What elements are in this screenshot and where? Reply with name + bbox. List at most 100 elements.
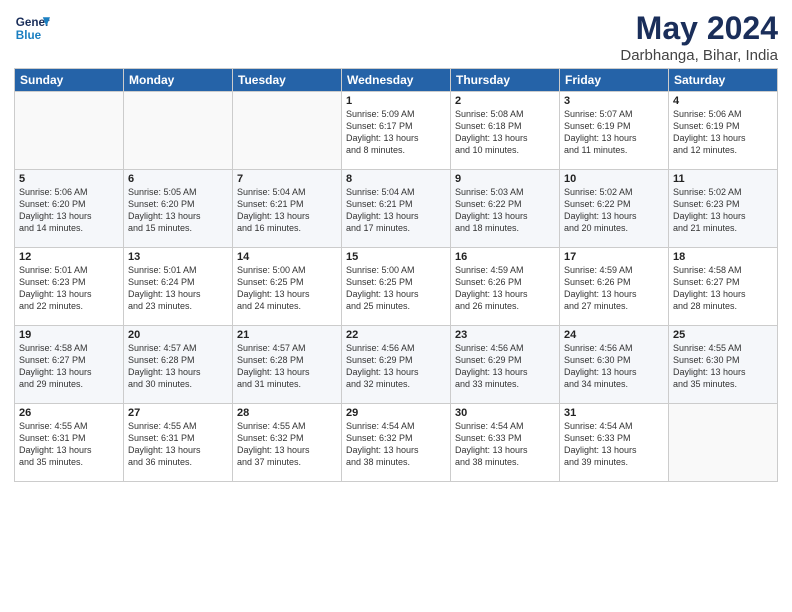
calendar-day-cell: 23Sunrise: 4:56 AM Sunset: 6:29 PM Dayli… bbox=[451, 326, 560, 404]
calendar-week-row: 1Sunrise: 5:09 AM Sunset: 6:17 PM Daylig… bbox=[15, 92, 778, 170]
day-number: 6 bbox=[128, 173, 228, 185]
day-info: Sunrise: 4:59 AM Sunset: 6:26 PM Dayligh… bbox=[455, 264, 555, 313]
day-number: 3 bbox=[564, 95, 664, 107]
calendar-day-cell: 19Sunrise: 4:58 AM Sunset: 6:27 PM Dayli… bbox=[15, 326, 124, 404]
day-number: 7 bbox=[237, 173, 337, 185]
calendar-day-cell bbox=[669, 404, 778, 482]
calendar-table: SundayMondayTuesdayWednesdayThursdayFrid… bbox=[14, 68, 778, 482]
calendar-day-cell: 29Sunrise: 4:54 AM Sunset: 6:32 PM Dayli… bbox=[342, 404, 451, 482]
calendar-day-cell: 13Sunrise: 5:01 AM Sunset: 6:24 PM Dayli… bbox=[124, 248, 233, 326]
day-info: Sunrise: 4:54 AM Sunset: 6:33 PM Dayligh… bbox=[455, 420, 555, 469]
day-info: Sunrise: 4:55 AM Sunset: 6:32 PM Dayligh… bbox=[237, 420, 337, 469]
day-number: 2 bbox=[455, 95, 555, 107]
calendar-day-cell: 4Sunrise: 5:06 AM Sunset: 6:19 PM Daylig… bbox=[669, 92, 778, 170]
calendar-day-cell: 21Sunrise: 4:57 AM Sunset: 6:28 PM Dayli… bbox=[233, 326, 342, 404]
weekday-header-row: SundayMondayTuesdayWednesdayThursdayFrid… bbox=[15, 69, 778, 92]
weekday-header-cell: Wednesday bbox=[342, 69, 451, 92]
day-info: Sunrise: 5:08 AM Sunset: 6:18 PM Dayligh… bbox=[455, 108, 555, 157]
day-info: Sunrise: 5:02 AM Sunset: 6:23 PM Dayligh… bbox=[673, 186, 773, 235]
weekday-header-cell: Tuesday bbox=[233, 69, 342, 92]
day-info: Sunrise: 4:55 AM Sunset: 6:31 PM Dayligh… bbox=[128, 420, 228, 469]
sub-title: Darbhanga, Bihar, India bbox=[620, 47, 778, 64]
day-info: Sunrise: 4:59 AM Sunset: 6:26 PM Dayligh… bbox=[564, 264, 664, 313]
day-number: 5 bbox=[19, 173, 119, 185]
day-number: 21 bbox=[237, 329, 337, 341]
day-number: 28 bbox=[237, 407, 337, 419]
calendar-day-cell: 9Sunrise: 5:03 AM Sunset: 6:22 PM Daylig… bbox=[451, 170, 560, 248]
day-number: 1 bbox=[346, 95, 446, 107]
calendar-day-cell bbox=[124, 92, 233, 170]
day-number: 23 bbox=[455, 329, 555, 341]
calendar-day-cell: 6Sunrise: 5:05 AM Sunset: 6:20 PM Daylig… bbox=[124, 170, 233, 248]
day-info: Sunrise: 5:07 AM Sunset: 6:19 PM Dayligh… bbox=[564, 108, 664, 157]
calendar-day-cell: 3Sunrise: 5:07 AM Sunset: 6:19 PM Daylig… bbox=[560, 92, 669, 170]
title-block: May 2024 Darbhanga, Bihar, India bbox=[620, 10, 778, 64]
day-info: Sunrise: 4:56 AM Sunset: 6:29 PM Dayligh… bbox=[346, 342, 446, 391]
day-info: Sunrise: 5:04 AM Sunset: 6:21 PM Dayligh… bbox=[237, 186, 337, 235]
day-info: Sunrise: 4:54 AM Sunset: 6:33 PM Dayligh… bbox=[564, 420, 664, 469]
calendar-day-cell: 20Sunrise: 4:57 AM Sunset: 6:28 PM Dayli… bbox=[124, 326, 233, 404]
day-info: Sunrise: 4:55 AM Sunset: 6:30 PM Dayligh… bbox=[673, 342, 773, 391]
day-info: Sunrise: 5:00 AM Sunset: 6:25 PM Dayligh… bbox=[346, 264, 446, 313]
day-number: 24 bbox=[564, 329, 664, 341]
day-number: 20 bbox=[128, 329, 228, 341]
calendar-week-row: 12Sunrise: 5:01 AM Sunset: 6:23 PM Dayli… bbox=[15, 248, 778, 326]
calendar-day-cell: 7Sunrise: 5:04 AM Sunset: 6:21 PM Daylig… bbox=[233, 170, 342, 248]
calendar-day-cell: 8Sunrise: 5:04 AM Sunset: 6:21 PM Daylig… bbox=[342, 170, 451, 248]
calendar-day-cell: 17Sunrise: 4:59 AM Sunset: 6:26 PM Dayli… bbox=[560, 248, 669, 326]
day-number: 25 bbox=[673, 329, 773, 341]
day-number: 14 bbox=[237, 251, 337, 263]
day-info: Sunrise: 5:05 AM Sunset: 6:20 PM Dayligh… bbox=[128, 186, 228, 235]
day-number: 16 bbox=[455, 251, 555, 263]
main-title: May 2024 bbox=[620, 10, 778, 47]
day-info: Sunrise: 5:00 AM Sunset: 6:25 PM Dayligh… bbox=[237, 264, 337, 313]
calendar-day-cell: 12Sunrise: 5:01 AM Sunset: 6:23 PM Dayli… bbox=[15, 248, 124, 326]
day-info: Sunrise: 5:09 AM Sunset: 6:17 PM Dayligh… bbox=[346, 108, 446, 157]
calendar-body: 1Sunrise: 5:09 AM Sunset: 6:17 PM Daylig… bbox=[15, 92, 778, 482]
calendar-day-cell: 16Sunrise: 4:59 AM Sunset: 6:26 PM Dayli… bbox=[451, 248, 560, 326]
day-info: Sunrise: 5:06 AM Sunset: 6:20 PM Dayligh… bbox=[19, 186, 119, 235]
day-number: 29 bbox=[346, 407, 446, 419]
weekday-header-cell: Sunday bbox=[15, 69, 124, 92]
calendar-day-cell: 15Sunrise: 5:00 AM Sunset: 6:25 PM Dayli… bbox=[342, 248, 451, 326]
calendar-week-row: 5Sunrise: 5:06 AM Sunset: 6:20 PM Daylig… bbox=[15, 170, 778, 248]
day-info: Sunrise: 5:06 AM Sunset: 6:19 PM Dayligh… bbox=[673, 108, 773, 157]
calendar-day-cell: 27Sunrise: 4:55 AM Sunset: 6:31 PM Dayli… bbox=[124, 404, 233, 482]
calendar-week-row: 19Sunrise: 4:58 AM Sunset: 6:27 PM Dayli… bbox=[15, 326, 778, 404]
weekday-header-cell: Monday bbox=[124, 69, 233, 92]
calendar-day-cell: 22Sunrise: 4:56 AM Sunset: 6:29 PM Dayli… bbox=[342, 326, 451, 404]
day-info: Sunrise: 5:02 AM Sunset: 6:22 PM Dayligh… bbox=[564, 186, 664, 235]
logo: General Blue bbox=[14, 10, 50, 46]
day-info: Sunrise: 5:01 AM Sunset: 6:23 PM Dayligh… bbox=[19, 264, 119, 313]
day-info: Sunrise: 4:57 AM Sunset: 6:28 PM Dayligh… bbox=[128, 342, 228, 391]
weekday-header-cell: Thursday bbox=[451, 69, 560, 92]
day-info: Sunrise: 4:54 AM Sunset: 6:32 PM Dayligh… bbox=[346, 420, 446, 469]
calendar-day-cell: 31Sunrise: 4:54 AM Sunset: 6:33 PM Dayli… bbox=[560, 404, 669, 482]
calendar-day-cell: 1Sunrise: 5:09 AM Sunset: 6:17 PM Daylig… bbox=[342, 92, 451, 170]
calendar-day-cell: 24Sunrise: 4:56 AM Sunset: 6:30 PM Dayli… bbox=[560, 326, 669, 404]
calendar-day-cell bbox=[15, 92, 124, 170]
day-number: 17 bbox=[564, 251, 664, 263]
calendar-day-cell bbox=[233, 92, 342, 170]
calendar-day-cell: 25Sunrise: 4:55 AM Sunset: 6:30 PM Dayli… bbox=[669, 326, 778, 404]
header: General Blue May 2024 Darbhanga, Bihar, … bbox=[14, 10, 778, 64]
day-info: Sunrise: 5:03 AM Sunset: 6:22 PM Dayligh… bbox=[455, 186, 555, 235]
day-number: 15 bbox=[346, 251, 446, 263]
calendar-day-cell: 10Sunrise: 5:02 AM Sunset: 6:22 PM Dayli… bbox=[560, 170, 669, 248]
weekday-header-cell: Saturday bbox=[669, 69, 778, 92]
calendar-day-cell: 28Sunrise: 4:55 AM Sunset: 6:32 PM Dayli… bbox=[233, 404, 342, 482]
day-number: 4 bbox=[673, 95, 773, 107]
page-container: General Blue May 2024 Darbhanga, Bihar, … bbox=[0, 0, 792, 488]
day-number: 27 bbox=[128, 407, 228, 419]
calendar-day-cell: 26Sunrise: 4:55 AM Sunset: 6:31 PM Dayli… bbox=[15, 404, 124, 482]
day-number: 31 bbox=[564, 407, 664, 419]
day-number: 13 bbox=[128, 251, 228, 263]
logo-icon: General Blue bbox=[14, 10, 50, 46]
calendar-day-cell: 11Sunrise: 5:02 AM Sunset: 6:23 PM Dayli… bbox=[669, 170, 778, 248]
day-number: 19 bbox=[19, 329, 119, 341]
day-info: Sunrise: 4:58 AM Sunset: 6:27 PM Dayligh… bbox=[673, 264, 773, 313]
day-number: 9 bbox=[455, 173, 555, 185]
day-number: 22 bbox=[346, 329, 446, 341]
day-number: 8 bbox=[346, 173, 446, 185]
day-number: 18 bbox=[673, 251, 773, 263]
